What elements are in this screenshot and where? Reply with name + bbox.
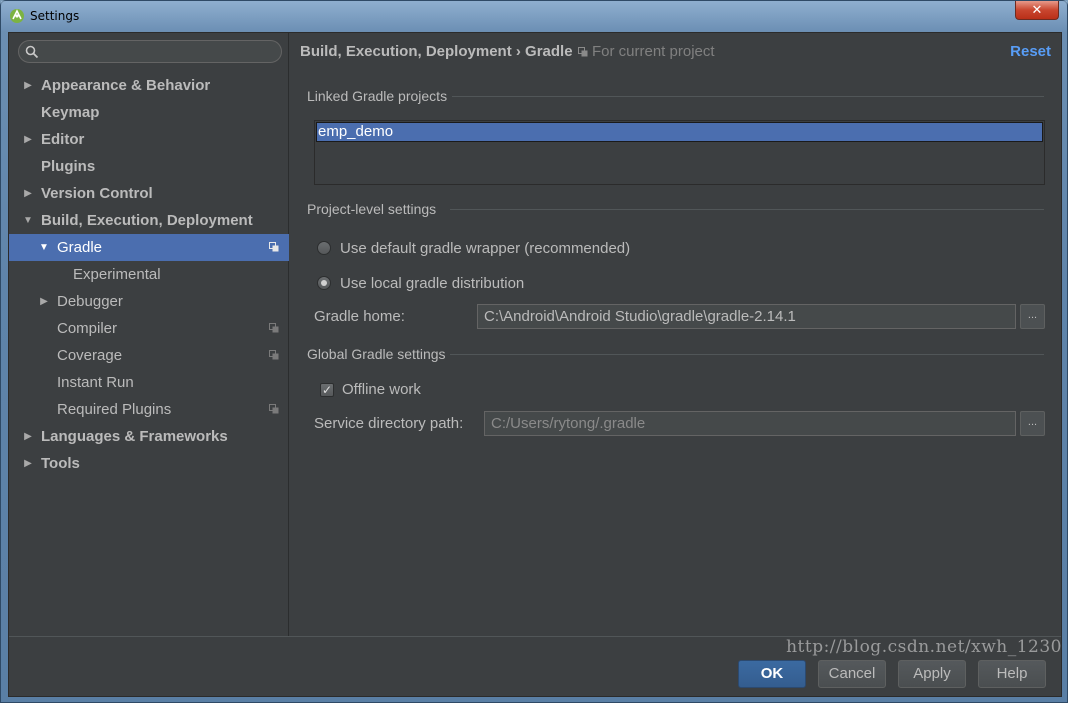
sidebar-item-required-plugins[interactable]: Required Plugins xyxy=(9,396,289,423)
settings-dialog: ▶ Appearance & Behavior Keymap ▶ Editor Plugi… xyxy=(8,32,1062,697)
cancel-button[interactable]: Cancel xyxy=(818,660,886,688)
collapsed-arrow-icon[interactable]: ▶ xyxy=(22,180,34,207)
sidebar-item-plugins[interactable]: Plugins xyxy=(9,153,289,180)
reset-link[interactable]: Reset xyxy=(1010,43,1051,60)
sidebar-item-label: Build, Execution, Deployment xyxy=(41,212,253,229)
search-input[interactable] xyxy=(43,43,273,61)
service-dir-field[interactable]: C:/Users/rytong/.gradle xyxy=(484,411,1016,436)
offline-work-label: Offline work xyxy=(342,381,421,398)
scope-label: For current project xyxy=(592,43,715,60)
service-dir-browse-button[interactable]: ... xyxy=(1020,411,1045,436)
checkmark-icon: ✓ xyxy=(321,382,333,397)
sidebar-item-label: Instant Run xyxy=(57,374,134,391)
watermark: http://blog.csdn.net/xwh_1230 xyxy=(786,637,1062,657)
sidebar-item-keymap[interactable]: Keymap xyxy=(9,99,289,126)
scope-indicator: For current project xyxy=(578,43,715,60)
sidebar-item-instant-run[interactable]: Instant Run xyxy=(9,369,289,396)
android-studio-icon xyxy=(9,8,25,24)
sidebar-item-experimental[interactable]: Experimental xyxy=(9,261,289,288)
search-box[interactable] xyxy=(18,40,282,63)
collapsed-arrow-icon[interactable]: ▶ xyxy=(22,423,34,450)
default-wrapper-option[interactable]: Use default gradle wrapper (recommended) xyxy=(317,238,630,258)
sidebar-item-label: Coverage xyxy=(57,347,123,364)
sidebar-item-label: Languages & Frameworks xyxy=(41,428,228,445)
divider xyxy=(450,209,1044,210)
linked-project-item[interactable]: emp_demo xyxy=(316,122,1043,142)
ok-button[interactable]: OK xyxy=(738,660,806,688)
sidebar-item-gradle[interactable]: ▼ Gradle xyxy=(9,234,289,261)
breadcrumb: Build, Execution, Deployment › Gradle xyxy=(300,43,573,60)
sidebar-item-languages-frameworks[interactable]: ▶ Languages & Frameworks xyxy=(9,423,289,450)
sidebar-item-version-control[interactable]: ▶ Version Control xyxy=(9,180,289,207)
local-distribution-option[interactable]: Use local gradle distribution xyxy=(317,273,524,293)
settings-window: Settings ✕ ▶ Appearance & Behavior Keymap ▶… xyxy=(0,0,1068,703)
gradle-home-browse-button[interactable]: ... xyxy=(1020,304,1045,329)
linked-projects-list[interactable]: emp_demo xyxy=(314,120,1045,185)
sidebar-item-editor[interactable]: ▶ Editor xyxy=(9,126,289,153)
collapsed-arrow-icon[interactable]: ▶ xyxy=(38,288,50,315)
linked-projects-title: Linked Gradle projects xyxy=(307,88,448,104)
sidebar-item-build-execution-deployment[interactable]: ▼ Build, Execution, Deployment xyxy=(9,207,289,234)
sidebar-item-label: Compiler xyxy=(57,320,118,337)
sidebar-item-label: Gradle xyxy=(57,239,103,256)
settings-tree: ▶ Appearance & Behavior Keymap ▶ Editor Plugi… xyxy=(9,72,289,477)
project-scope-icon xyxy=(269,350,279,360)
global-settings-title: Global Gradle settings xyxy=(307,346,446,362)
collapsed-arrow-icon[interactable]: ▶ xyxy=(22,450,34,477)
title-bar[interactable]: Settings ✕ xyxy=(1,1,1067,31)
local-distribution-label: Use local gradle distribution xyxy=(340,274,525,292)
service-dir-label: Service directory path: xyxy=(314,415,464,432)
divider xyxy=(452,96,1044,97)
project-scope-icon xyxy=(269,404,279,414)
default-wrapper-radio[interactable] xyxy=(317,241,331,255)
offline-work-option[interactable]: ✓ Offline work xyxy=(320,381,421,398)
settings-content: Build, Execution, Deployment › Gradle Fo… xyxy=(290,33,1061,636)
local-distribution-radio[interactable] xyxy=(317,276,331,290)
apply-button[interactable]: Apply xyxy=(898,660,966,688)
gradle-home-label: Gradle home: xyxy=(314,308,405,325)
sidebar-item-label: Plugins xyxy=(41,158,96,175)
default-wrapper-label: Use default gradle wrapper (recommended) xyxy=(340,239,631,257)
window-title: Settings xyxy=(30,9,80,23)
project-scope-icon xyxy=(578,46,588,56)
offline-work-checkbox[interactable]: ✓ xyxy=(320,382,334,397)
sidebar-item-label: Version Control xyxy=(41,185,153,202)
project-scope-icon xyxy=(269,242,279,252)
sidebar-item-label: Experimental xyxy=(73,266,161,283)
sidebar-item-appearance-behavior[interactable]: ▶ Appearance & Behavior xyxy=(9,72,289,99)
sidebar-item-compiler[interactable]: Compiler xyxy=(9,315,289,342)
close-button[interactable]: ✕ xyxy=(1015,1,1059,20)
sidebar-item-tools[interactable]: ▶ Tools xyxy=(9,450,289,477)
expanded-arrow-icon[interactable]: ▼ xyxy=(38,234,50,261)
close-icon: ✕ xyxy=(1031,2,1043,18)
collapsed-arrow-icon[interactable]: ▶ xyxy=(22,126,34,153)
help-button[interactable]: Help xyxy=(978,660,1046,688)
gradle-home-field[interactable]: C:\Android\Android Studio\gradle\gradle-… xyxy=(477,304,1016,329)
sidebar-item-label: Required Plugins xyxy=(57,401,172,418)
search-icon xyxy=(25,45,39,59)
divider xyxy=(450,354,1044,355)
project-scope-icon xyxy=(269,323,279,333)
project-settings-title: Project-level settings xyxy=(307,201,437,217)
sidebar-item-label: Editor xyxy=(41,131,85,148)
collapsed-arrow-icon[interactable]: ▶ xyxy=(22,72,34,99)
sidebar-item-debugger[interactable]: ▶ Debugger xyxy=(9,288,289,315)
sidebar-item-coverage[interactable]: Coverage xyxy=(9,342,289,369)
expanded-arrow-icon[interactable]: ▼ xyxy=(22,207,34,234)
settings-sidebar: ▶ Appearance & Behavior Keymap ▶ Editor Plugi… xyxy=(9,33,289,636)
sidebar-item-label: Appearance & Behavior xyxy=(41,77,211,94)
sidebar-item-label: Debugger xyxy=(57,293,123,310)
sidebar-item-label: Keymap xyxy=(41,104,100,121)
sidebar-item-label: Tools xyxy=(41,455,80,472)
